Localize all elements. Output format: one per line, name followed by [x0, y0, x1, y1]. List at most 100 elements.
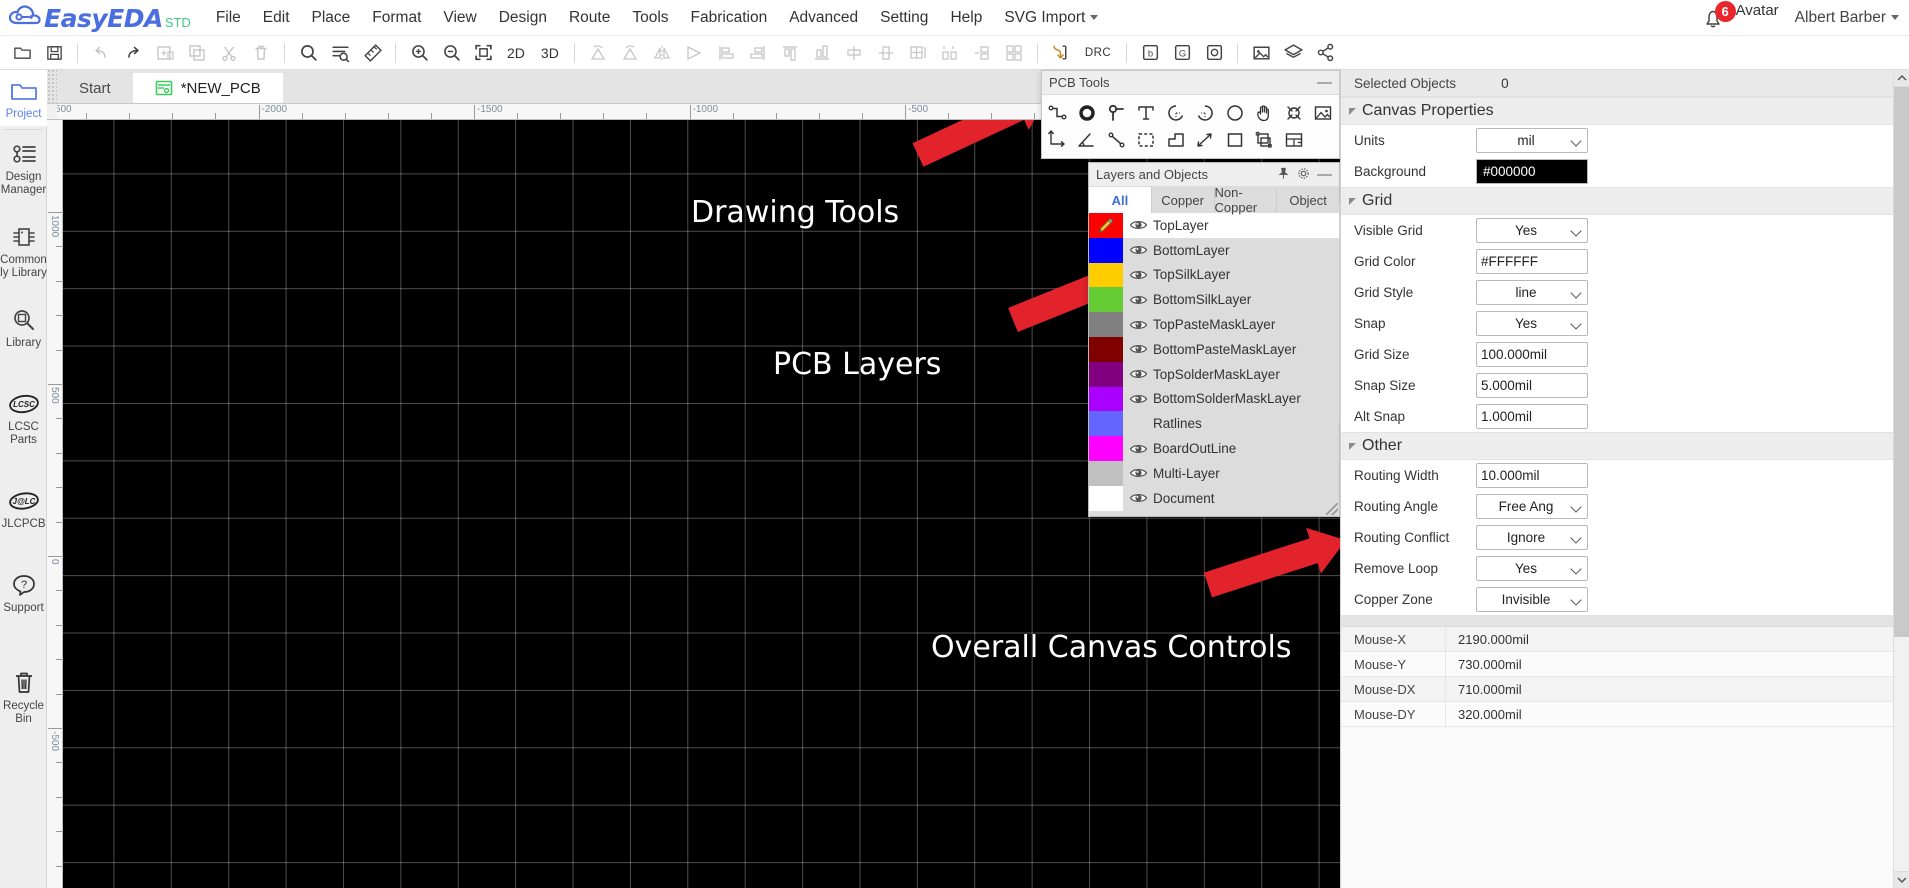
view-3d-button[interactable]: 3D — [533, 45, 567, 61]
menu-route[interactable]: Route — [558, 5, 621, 31]
property-text-input[interactable] — [1476, 342, 1588, 367]
copper-area-tool-icon[interactable] — [1161, 126, 1191, 153]
property-select[interactable]: Ignore — [1476, 525, 1588, 550]
distribute-grid-icon[interactable] — [902, 38, 934, 68]
app-logo[interactable]: EasyEDA STD — [0, 3, 191, 33]
save-icon[interactable] — [38, 38, 70, 68]
search-icon[interactable] — [292, 38, 324, 68]
menu-svg-import[interactable]: SVG Import — [993, 5, 1109, 31]
layer-color-swatch[interactable] — [1089, 361, 1123, 387]
layer-color-swatch[interactable] — [1089, 287, 1123, 313]
layer-color-swatch[interactable] — [1089, 336, 1123, 362]
rect-tool-icon[interactable] — [1220, 126, 1250, 153]
minimize-icon[interactable]: — — [1317, 75, 1332, 90]
rotate-left-icon[interactable] — [582, 38, 614, 68]
property-section-header[interactable]: Grid — [1341, 187, 1894, 215]
properties-scrollbar[interactable] — [1893, 70, 1909, 888]
via-tool-icon[interactable] — [1073, 99, 1103, 126]
layers-tab-non-copper[interactable]: Non-Copper — [1215, 185, 1278, 215]
hand-tool-icon[interactable] — [1250, 99, 1280, 126]
layer-color-swatch[interactable] — [1089, 386, 1123, 412]
bom-icon[interactable]: b — [1134, 38, 1166, 68]
ruler-icon[interactable] — [356, 38, 388, 68]
tabbar-grip[interactable] — [47, 69, 57, 103]
layer-visibility-eye-icon[interactable] — [1123, 442, 1153, 456]
property-text-input[interactable] — [1476, 249, 1588, 274]
user-menu[interactable]: Albert Barber — [1795, 9, 1899, 27]
layer-row[interactable]: Multi-Layer — [1089, 460, 1339, 486]
flip-vertical-icon[interactable] — [678, 38, 710, 68]
layer-row[interactable]: TopLayer — [1089, 213, 1339, 238]
layer-color-swatch[interactable] — [1089, 436, 1123, 461]
fit-to-screen-icon[interactable] — [467, 38, 499, 68]
avatar[interactable]: Avatar — [1736, 2, 1779, 19]
layer-row[interactable]: BoardOutLine — [1089, 436, 1339, 461]
measure-tool-icon[interactable] — [1191, 126, 1221, 153]
redo-icon[interactable] — [117, 38, 149, 68]
menu-setting[interactable]: Setting — [869, 5, 939, 31]
layer-color-swatch[interactable] — [1089, 460, 1123, 486]
board-tool-icon[interactable] — [1279, 126, 1309, 153]
circle-tool-icon[interactable] — [1220, 99, 1250, 126]
image-icon[interactable] — [1245, 38, 1277, 68]
layer-visibility-eye-icon[interactable] — [1123, 342, 1153, 356]
sidebar-item-commonly-library[interactable]: Commonly Library — [0, 216, 47, 285]
sidebar-item-jlcpcb[interactable]: J@LC JLCPCB — [0, 480, 47, 536]
pad-tool-icon[interactable] — [1102, 99, 1132, 126]
menu-file[interactable]: File — [205, 5, 252, 31]
align-top-icon[interactable] — [774, 38, 806, 68]
property-text-input[interactable] — [1476, 463, 1588, 488]
align-right-icon[interactable] — [742, 38, 774, 68]
gerber-icon[interactable]: G — [1166, 38, 1198, 68]
menu-format[interactable]: Format — [361, 5, 432, 31]
layer-visibility-eye-icon[interactable] — [1123, 491, 1153, 505]
drc-button[interactable]: DRC — [1077, 47, 1119, 59]
layer-visibility-eye-icon[interactable] — [1123, 318, 1153, 332]
select-area-tool-icon[interactable] — [1132, 126, 1162, 153]
tab-start[interactable]: Start — [57, 73, 133, 103]
align-center-horizontal-icon[interactable] — [838, 38, 870, 68]
property-select[interactable]: Yes — [1476, 311, 1588, 336]
align-center-vertical-icon[interactable] — [870, 38, 902, 68]
align-left-icon[interactable] — [710, 38, 742, 68]
layer-visibility-eye-icon[interactable] — [1123, 218, 1153, 232]
group-icon[interactable] — [998, 38, 1030, 68]
layers-tab-object[interactable]: Object — [1277, 187, 1339, 213]
arc-reverse-tool-icon[interactable] — [1191, 99, 1221, 126]
layers-icon[interactable] — [1277, 38, 1309, 68]
distribute-horizontal-icon[interactable] — [934, 38, 966, 68]
menu-help[interactable]: Help — [939, 5, 993, 31]
layers-tab-copper[interactable]: Copper — [1152, 187, 1215, 213]
notifications-button[interactable]: 6 — [1700, 0, 1736, 35]
property-text-input[interactable] — [1476, 373, 1588, 398]
property-text-input[interactable] — [1476, 404, 1588, 429]
undo-icon[interactable] — [85, 38, 117, 68]
arc-tool-icon[interactable] — [1161, 99, 1191, 126]
align-bottom-icon[interactable] — [806, 38, 838, 68]
property-section-header[interactable]: Canvas Properties — [1341, 97, 1894, 125]
gear-icon[interactable] — [1297, 167, 1310, 183]
zoom-out-icon[interactable] — [435, 38, 467, 68]
line-tool-icon[interactable] — [1102, 126, 1132, 153]
menu-place[interactable]: Place — [301, 5, 362, 31]
menu-tools[interactable]: Tools — [621, 5, 679, 31]
layer-visibility-eye-icon[interactable] — [1123, 466, 1153, 480]
layer-row[interactable]: TopSolderMaskLayer — [1089, 361, 1339, 387]
layers-tab-all[interactable]: All — [1089, 187, 1152, 213]
layer-color-swatch[interactable] — [1089, 262, 1123, 288]
property-select[interactable]: Yes — [1476, 556, 1588, 581]
flip-horizontal-icon[interactable] — [646, 38, 678, 68]
angle-tool-icon[interactable] — [1073, 126, 1103, 153]
menu-advanced[interactable]: Advanced — [778, 5, 869, 31]
rotate-right-icon[interactable] — [614, 38, 646, 68]
layer-visibility-eye-icon[interactable] — [1123, 268, 1153, 282]
layer-visibility-eye-icon[interactable] — [1123, 367, 1153, 381]
layer-row[interactable]: TopSilkLayer — [1089, 262, 1339, 288]
property-select[interactable]: mil — [1476, 128, 1588, 153]
copy-icon[interactable] — [181, 38, 213, 68]
panel-resize-grip[interactable] — [1326, 503, 1338, 515]
property-select[interactable]: line — [1476, 280, 1588, 305]
layer-color-swatch[interactable] — [1089, 485, 1123, 511]
photo-view-icon[interactable] — [1198, 38, 1230, 68]
image-tool-icon[interactable] — [1309, 99, 1339, 126]
